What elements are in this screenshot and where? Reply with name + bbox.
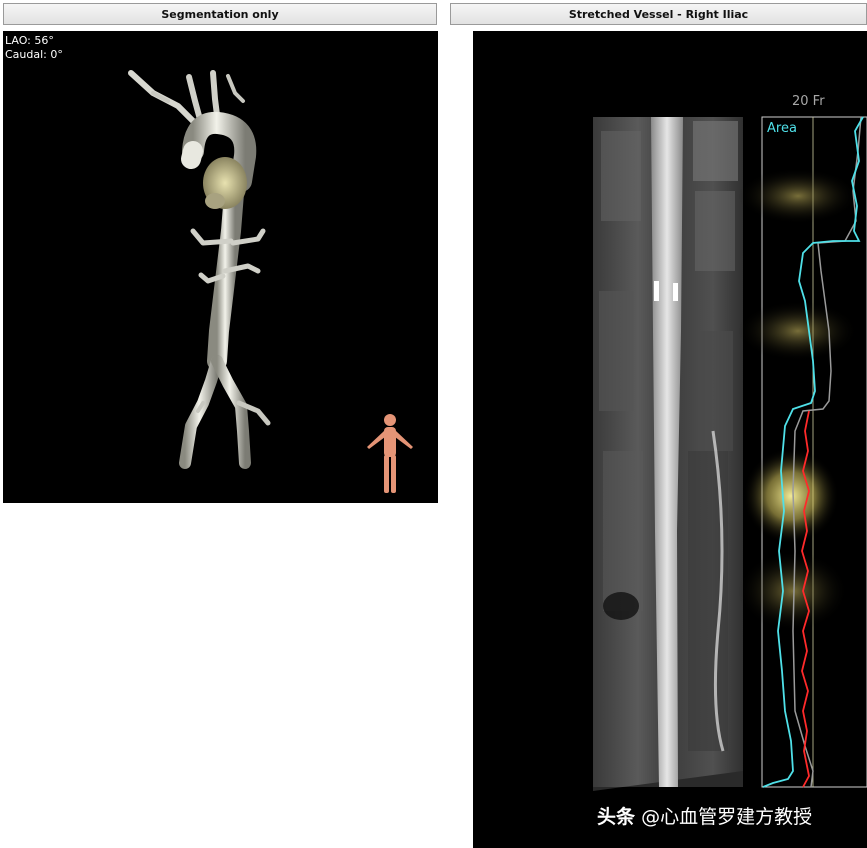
catheter-scale-label: 20 Fr — [792, 94, 825, 109]
app-root: Segmentation only Stretched Vessel - Rig… — [0, 0, 867, 848]
lao-angle-readout: LAO: 56° — [5, 34, 54, 47]
watermark-handle: @心血管罗建方教授 — [641, 806, 813, 828]
human-figure-icon — [367, 414, 413, 493]
stretched-vessel-viewport[interactable]: 20 Fr Area 头条 @心血管罗建方教授 — [473, 31, 867, 848]
panel-title-text: Stretched Vessel - Right Iliac — [568, 7, 749, 21]
3d-segmentation-viewport[interactable]: LAO: 56° Caudal: 0° — [3, 31, 438, 503]
stretched-vessel-render — [593, 116, 867, 791]
panel-title-text: Segmentation only — [161, 7, 279, 21]
watermark-source: 头条 — [597, 806, 636, 828]
caudal-angle-readout: Caudal: 0° — [5, 48, 63, 61]
area-graph-label: Area — [767, 121, 797, 136]
panel-title-segmentation: Segmentation only — [3, 3, 437, 25]
watermark: 头条 @心血管罗建方教授 — [597, 802, 812, 829]
panel-title-stretched-vessel: Stretched Vessel - Right Iliac — [450, 3, 867, 25]
